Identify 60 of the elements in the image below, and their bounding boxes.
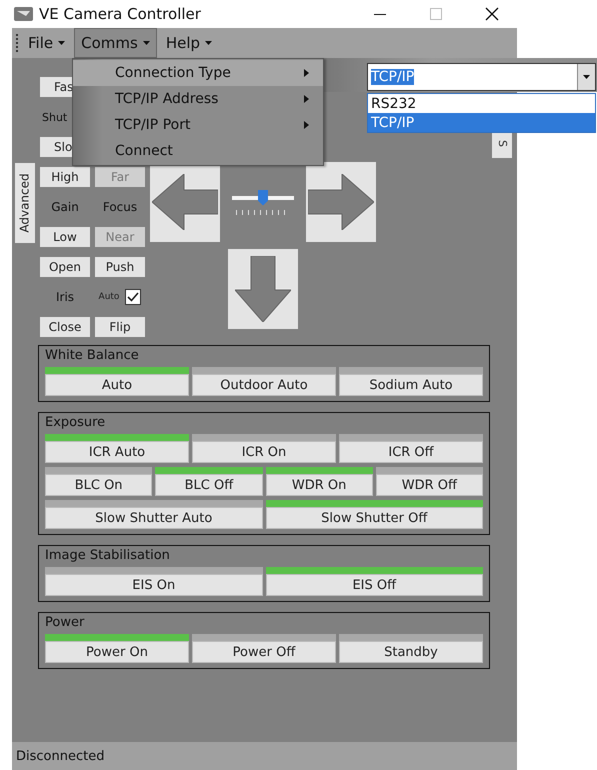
option-button[interactable]: Slow Shutter Off [266, 507, 483, 529]
menu-option[interactable]: Connection Type [73, 60, 323, 86]
option-button[interactable]: ICR On [192, 441, 336, 463]
option-button[interactable]: Power On [45, 641, 189, 663]
caret-icon [205, 41, 212, 45]
option-button[interactable]: EIS On [45, 574, 262, 596]
maximize-icon [430, 8, 442, 20]
group-title: Power [45, 615, 86, 630]
control-button[interactable]: Close [40, 317, 90, 337]
caret-icon [583, 75, 590, 79]
control-label: Iris [54, 289, 76, 306]
down-arrow-icon [235, 256, 291, 322]
option-button[interactable]: BLC On [45, 474, 152, 496]
menu-option[interactable]: TCP/IP Port [73, 112, 323, 138]
status-text: Disconnected [16, 748, 104, 764]
right-arrow-icon [308, 174, 374, 230]
option-button[interactable]: EIS Off [266, 574, 483, 596]
tilt-down-button[interactable] [228, 249, 298, 329]
control-label: Shut [41, 110, 68, 126]
connection-combo[interactable]: TCP/IP [367, 63, 596, 91]
control-label: Focus [102, 199, 138, 216]
submenu-arrow-icon [304, 69, 309, 77]
menu-item[interactable]: File [21, 28, 72, 58]
control-button[interactable]: Flip [95, 317, 145, 337]
control-button[interactable]: Low [40, 227, 90, 247]
option-button[interactable]: Outdoor Auto [192, 374, 336, 396]
submenu-arrow-icon [304, 95, 309, 103]
menu-item[interactable]: Help [158, 28, 220, 58]
list-option[interactable]: TCP/IP [368, 113, 595, 132]
submenu-arrow-icon [304, 121, 309, 129]
menu-item[interactable]: Comms [74, 28, 157, 58]
group-title: White Balance [45, 348, 140, 363]
zoom-slider[interactable] [232, 190, 294, 206]
caret-icon [58, 41, 66, 45]
option-button[interactable]: Power Off [192, 641, 336, 663]
control-label: Gain [50, 199, 80, 216]
side-tab[interactable]: Advanced [15, 163, 35, 243]
app-logo-icon [14, 7, 33, 21]
option-button[interactable]: WDR Off [376, 474, 483, 496]
option-button[interactable]: ICR Off [339, 441, 483, 463]
option-button[interactable]: WDR On [266, 474, 373, 496]
option-button[interactable]: BLC Off [155, 474, 262, 496]
option-button[interactable]: ICR Auto [45, 441, 189, 463]
grip-icon [16, 33, 19, 53]
close-icon [485, 7, 499, 21]
control-button[interactable]: Open [40, 257, 90, 277]
checkbox[interactable] [125, 289, 142, 305]
option-button[interactable]: Auto [45, 374, 189, 396]
option-button[interactable]: Sodium Auto [339, 374, 483, 396]
caret-icon [142, 41, 150, 45]
option-button[interactable]: Slow Shutter Auto [45, 507, 262, 529]
control-button[interactable]: Push [95, 257, 145, 277]
window-title: VE Camera Controller [39, 5, 202, 23]
left-arrow-icon [152, 174, 218, 230]
option-button[interactable]: Standby [339, 641, 483, 663]
group-title: Image Stabilisation [45, 548, 171, 563]
pan-right-button[interactable] [306, 162, 376, 242]
control-button[interactable]: High [40, 167, 90, 187]
checkbox-label: Auto [98, 292, 120, 302]
group-title: Exposure [45, 415, 106, 430]
